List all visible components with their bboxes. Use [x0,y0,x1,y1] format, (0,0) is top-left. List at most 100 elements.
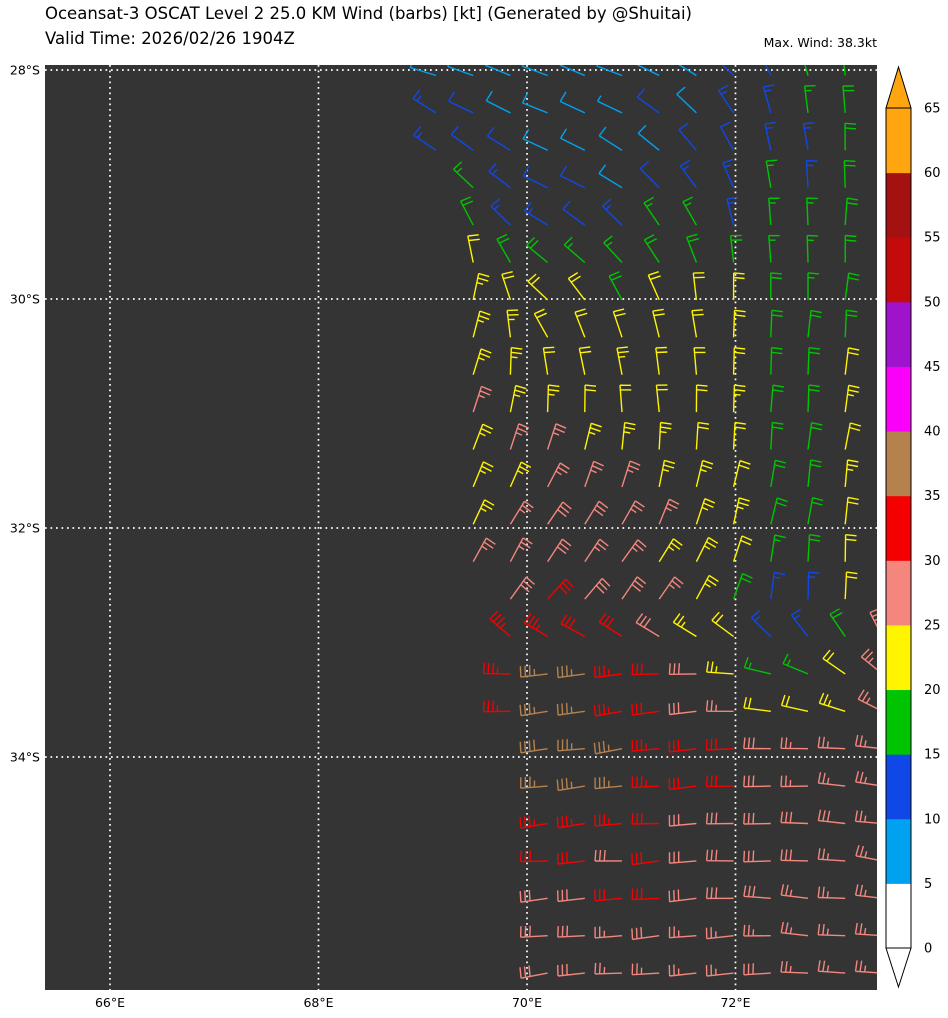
wind-barb [829,608,846,637]
wind-barb [844,234,857,263]
wind-barb [602,198,623,226]
wind-barb [854,810,877,824]
wind-barb [695,498,716,525]
wind-barb [519,815,548,829]
wind-barb [658,538,683,563]
wind-barb [619,384,632,413]
wind-barb [676,86,697,114]
wind-barb [780,811,809,825]
wind-barb [743,924,771,937]
wind-barb [652,308,665,338]
lat-tick-label: 30°S [9,291,40,307]
wind-barb [542,346,556,375]
wind-barb [519,925,548,938]
wind-barb-field [409,65,877,979]
wind-barb [557,925,585,938]
wind-barb [719,121,735,151]
wind-barb [743,812,771,825]
wind-barb [557,963,585,977]
wind-barb [655,346,668,375]
wind-barb [732,572,753,600]
colorbar-tick-label: 0 [924,942,932,957]
wind-barb [658,498,680,525]
wind-barb [806,197,818,226]
wind-barb [547,578,574,600]
wind-barb [519,850,548,863]
wind-barb [506,309,519,338]
wind-barb [467,234,480,263]
wind-barb [448,91,474,114]
wind-barb [705,775,734,788]
wind-barb [693,347,706,375]
wind-barb [844,459,859,487]
wind-barb [658,459,676,488]
wind-barb [453,161,474,189]
wind-barb [869,608,877,628]
wind-barb [695,459,714,488]
wind-barb [854,922,877,937]
wind-barb [490,198,511,226]
wind-barb [556,815,585,829]
wind-barb [522,166,548,189]
colorbar-segment [886,172,911,238]
wind-barb [631,812,660,825]
wind-barb [472,423,494,450]
wind-barb [608,271,623,301]
wind-barb [768,234,780,263]
wind-barb [621,460,641,488]
wind-barb [807,347,821,375]
wind-barb [509,500,534,525]
wind-barb [668,739,697,753]
wind-barb [807,384,820,413]
wind-barb [631,888,660,901]
wind-barb [557,851,585,865]
wind-barb [598,164,623,189]
wind-barb [705,849,734,862]
wind-barb [668,926,697,939]
wind-barb [598,612,623,638]
wind-barb [817,809,846,825]
wind-barb [472,537,496,563]
wind-barb [844,534,857,562]
wind-barb [519,739,548,754]
wind-barb [594,814,623,827]
map-axes-area [45,65,877,990]
wind-barb [668,702,697,716]
wind-barb [621,539,647,563]
wind-barb [522,129,548,151]
wind-barb [647,271,661,301]
wind-barb [482,662,511,675]
wind-barb [807,571,820,600]
valid-time-subtitle: Valid Time: 2026/02/26 1904Z [45,29,295,48]
wind-barb [668,851,697,864]
wind-barb [584,500,609,525]
colorbar-segment [886,495,911,561]
wind-barb [560,165,586,189]
wind-barb [643,196,660,226]
lat-tick-label: 32°S [9,520,40,536]
wind-barb [519,664,548,678]
wind-barb [556,665,585,679]
wind-barb [612,308,626,338]
wind-barb [472,461,494,488]
wind-barb [598,126,623,151]
wind-barb [482,700,511,713]
wind-barb [547,538,572,563]
wind-barb [668,777,697,791]
wind-barb [488,162,511,189]
wind-barb [722,158,735,188]
wind-barb [472,310,491,338]
colorbar-tick-label: 35 [924,489,941,504]
lat-tick-label: 34°S [9,749,40,765]
wind-barb [496,233,512,263]
colorbar-tick-label: 45 [924,360,941,375]
wind-barb [668,814,697,827]
colorbar-segment [886,560,911,626]
colorbar-segment [886,689,911,755]
wind-barb [854,734,877,749]
wind-barb [770,347,783,375]
wind-barb [817,886,846,899]
wind-barb [818,692,846,712]
colorbar-segment [886,818,911,884]
wind-barb [743,656,771,675]
